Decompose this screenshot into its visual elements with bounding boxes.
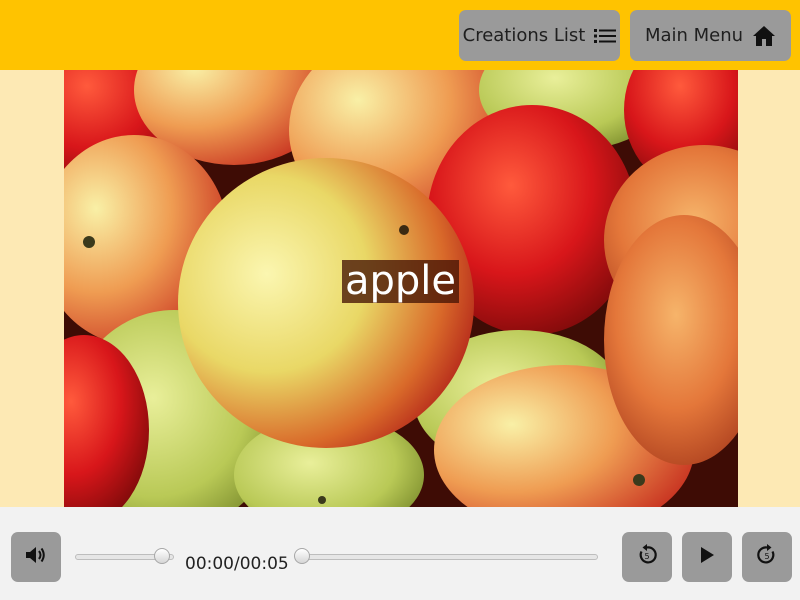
play-icon	[699, 546, 715, 569]
main-menu-button[interactable]: Main Menu	[630, 10, 791, 61]
rewind-seconds: 5	[644, 552, 649, 561]
rewind-5-button[interactable]: 5	[622, 532, 672, 582]
creations-list-label: Creations List	[462, 25, 586, 46]
top-bar: Creations List Main Menu	[0, 0, 800, 70]
list-icon	[594, 28, 617, 44]
home-icon	[752, 25, 776, 47]
rewind-5-icon: 5	[635, 543, 659, 572]
main-menu-label: Main Menu	[644, 25, 744, 46]
media-stage: apple	[0, 70, 800, 507]
speaker-icon	[25, 545, 47, 570]
forward-5-icon: 5	[755, 543, 779, 572]
forward-5-button[interactable]: 5	[742, 532, 792, 582]
time-display: 00:00/00:05	[185, 554, 289, 574]
seek-bar[interactable]	[297, 554, 598, 560]
seek-bar-handle[interactable]	[294, 548, 310, 564]
play-button[interactable]	[682, 532, 732, 582]
volume-button[interactable]	[11, 532, 61, 582]
player-controls: 00:00/00:05 5 5	[0, 507, 800, 600]
forward-seconds: 5	[764, 552, 769, 561]
volume-slider-handle[interactable]	[153, 548, 170, 564]
creations-list-button[interactable]: Creations List	[459, 10, 620, 61]
word-caption: apple	[342, 260, 460, 303]
